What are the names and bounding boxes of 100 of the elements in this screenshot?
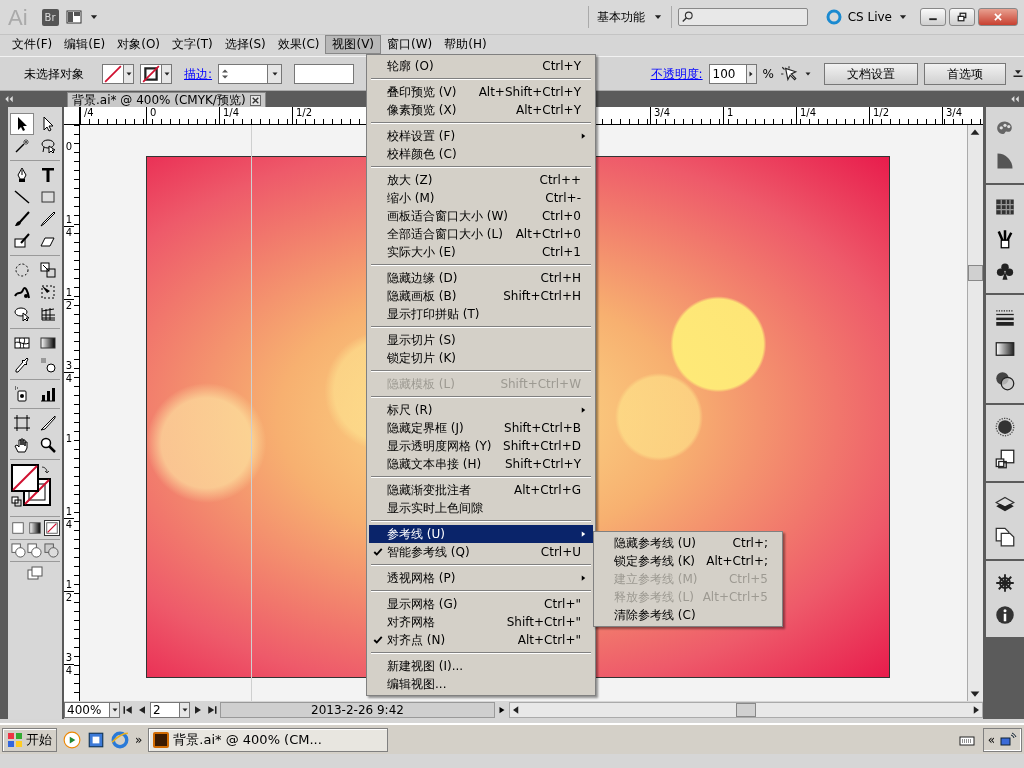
opacity-link[interactable]: 不透明度:: [650, 64, 703, 83]
menu-item[interactable]: 隐藏边缘 (D) Ctrl+H: [369, 269, 593, 287]
stroke-link[interactable]: 描边:: [184, 64, 213, 83]
stroke-weight-field[interactable]: [218, 63, 283, 84]
preferences-button[interactable]: 首选项: [924, 62, 1006, 85]
media-player-icon[interactable]: [63, 730, 81, 749]
menu-item[interactable]: 参考线 (U): [369, 525, 593, 543]
overlapping-circles-icon[interactable]: [995, 371, 1015, 391]
fill-swatch[interactable]: [102, 63, 134, 84]
browser-icon[interactable]: [111, 730, 129, 749]
menu-item[interactable]: 锁定参考线 (K) Alt+Ctrl+;: [596, 552, 780, 570]
menu-item[interactable]: 隐藏定界框 (J) Shift+Ctrl+B: [369, 419, 593, 437]
status-field[interactable]: 2013-2-26 9:42: [220, 702, 495, 718]
selection-arrow-tool[interactable]: [10, 113, 34, 135]
gradient-panel-icon[interactable]: [995, 339, 1015, 359]
menu-item[interactable]: 显示网格 (G) Ctrl+": [369, 595, 593, 613]
menu-item[interactable]: 校样颜色 (C): [369, 145, 593, 163]
menu-item[interactable]: 新建视图 (I)...: [369, 657, 593, 675]
menu-item[interactable]: 全部适合窗口大小 (L) Alt+Ctrl+0: [369, 225, 593, 243]
menu-item[interactable]: 透视网格 (P): [369, 569, 593, 587]
menu-item[interactable]: 窗口(W): [381, 35, 439, 54]
menu-item[interactable]: 对齐网格 Shift+Ctrl+": [369, 613, 593, 631]
menu-item[interactable]: 实际大小 (E) Ctrl+1: [369, 243, 593, 261]
last-page-icon[interactable]: [206, 704, 218, 716]
gradient-mode-button[interactable]: [27, 520, 43, 536]
menu-item[interactable]: 效果(C): [271, 35, 326, 54]
artboard-field[interactable]: 2: [150, 702, 190, 718]
workspace-switcher[interactable]: 基本功能: [587, 6, 672, 28]
draw-behind-icon[interactable]: [27, 543, 43, 558]
network-icon[interactable]: [999, 731, 1017, 748]
layout-icon[interactable]: [64, 9, 83, 25]
swatch-grid-icon[interactable]: [995, 197, 1015, 217]
cs-live-button[interactable]: CS Live: [847, 8, 892, 26]
menu-item[interactable]: 叠印预览 (V) Alt+Shift+Ctrl+Y: [369, 83, 593, 101]
fill-stroke-swatch-icon[interactable]: [10, 463, 54, 509]
club-icon[interactable]: [995, 261, 1015, 281]
bridge-button[interactable]: Br: [41, 8, 59, 26]
menu-item[interactable]: 标尺 (R): [369, 401, 593, 419]
menu-item[interactable]: 校样设置 (F): [369, 127, 593, 145]
close-button[interactable]: [978, 8, 1018, 26]
menu-item[interactable]: 显示切片 (S): [369, 331, 593, 349]
menu-item[interactable]: 智能参考线 (Q) Ctrl+U: [369, 543, 593, 561]
menu-item[interactable]: 隐藏画板 (B) Shift+Ctrl+H: [369, 287, 593, 305]
recolor-icon[interactable]: [780, 64, 798, 83]
menu-item[interactable]: 显示实时上色间隙: [369, 499, 593, 517]
document-setup-button[interactable]: 文档设置: [824, 62, 918, 85]
menu-item[interactable]: 放大 (Z) Ctrl++: [369, 171, 593, 189]
minimize-button[interactable]: [920, 8, 946, 26]
zoom-field[interactable]: 400%: [64, 702, 120, 718]
color-mode-button[interactable]: [10, 520, 27, 536]
menu-item[interactable]: 轮廓 (O) Ctrl+Y: [369, 57, 593, 75]
filled-circle-icon[interactable]: [995, 417, 1015, 437]
menu-item[interactable]: 编辑视图...: [369, 675, 593, 693]
menu-item[interactable]: 隐藏参考线 (U) Ctrl+;: [596, 534, 780, 552]
menu-item[interactable]: 像素预览 (X) Alt+Ctrl+Y: [369, 101, 593, 119]
brushes-icon[interactable]: [995, 229, 1015, 249]
collapse-icon[interactable]: [1009, 94, 1021, 104]
menu-item[interactable]: 画板适合窗口大小 (W) Ctrl+0: [369, 207, 593, 225]
restore-button[interactable]: [949, 8, 975, 26]
menu-item[interactable]: 清除参考线 (C): [596, 606, 780, 624]
document-tab[interactable]: 背景.ai* @ 400% (CMYK/预览): [67, 92, 266, 107]
scroll-thumb[interactable]: [736, 703, 756, 717]
menu-item[interactable]: 文字(T): [166, 35, 219, 54]
ship-wheel-icon[interactable]: [995, 573, 1015, 593]
draw-normal-icon[interactable]: [10, 543, 26, 558]
tray-toggle-button[interactable]: «: [987, 730, 995, 749]
stacked-pages-icon[interactable]: [995, 527, 1015, 547]
none-mode-button[interactable]: [43, 520, 60, 536]
menu-item[interactable]: 对齐点 (N) Alt+Ctrl+": [369, 631, 593, 649]
panel-menu-icon[interactable]: [1012, 67, 1024, 80]
color-guide-icon[interactable]: [995, 151, 1015, 171]
draw-inside-icon[interactable]: [44, 543, 60, 558]
menu-item[interactable]: 隐藏渐变批注者 Alt+Ctrl+G: [369, 481, 593, 499]
menu-item[interactable]: 文件(F): [6, 35, 59, 54]
collapse-icon[interactable]: [3, 94, 15, 104]
style-field[interactable]: [294, 63, 355, 84]
overlapping-squares-icon[interactable]: [995, 449, 1015, 469]
stroke-swatch[interactable]: [140, 63, 172, 84]
menu-item[interactable]: 帮助(H): [438, 35, 493, 54]
stroke-lines-icon[interactable]: [995, 307, 1015, 327]
menu-item[interactable]: 锁定切片 (K): [369, 349, 593, 367]
tab-close-button[interactable]: [249, 94, 261, 106]
menu-item[interactable]: 显示打印拼贴 (T): [369, 305, 593, 323]
info-icon[interactable]: [995, 605, 1015, 625]
quick-launch-more-button[interactable]: »: [135, 730, 143, 749]
screen-mode-icon[interactable]: [24, 565, 46, 581]
cs-live-icon[interactable]: [825, 9, 842, 25]
scroll-thumb[interactable]: [968, 265, 983, 281]
search-field[interactable]: [677, 8, 808, 26]
menu-item[interactable]: 缩小 (M) Ctrl+-: [369, 189, 593, 207]
menu-item[interactable]: 编辑(E): [58, 35, 112, 54]
menu-item[interactable]: 选择(S): [218, 35, 272, 54]
menu-item[interactable]: 视图(V): [325, 35, 382, 54]
opacity-field[interactable]: 100: [708, 63, 757, 84]
start-button[interactable]: 开始: [2, 727, 57, 752]
taskbar-button[interactable]: 背景.ai* @ 400% (CM...: [148, 727, 389, 752]
menu-item[interactable]: 隐藏文本串接 (H) Shift+Ctrl+Y: [369, 455, 593, 473]
desktop-icon[interactable]: [87, 730, 105, 749]
menu-item[interactable]: 显示透明度网格 (Y) Shift+Ctrl+D: [369, 437, 593, 455]
menu-item[interactable]: 对象(O): [111, 35, 167, 54]
